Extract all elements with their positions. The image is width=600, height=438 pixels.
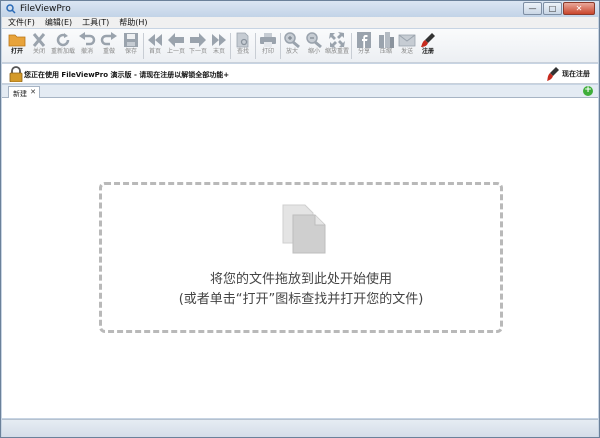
menu-tools[interactable]: 工具(T) (82, 17, 109, 28)
drop-zone[interactable]: 将您的文件拖放到此处开始使用 (或者单击“打开”图标查找并打开您的文件) (99, 182, 503, 333)
envelope-icon (398, 34, 416, 47)
compress-button[interactable]: 压缩 (375, 31, 397, 61)
close-icon: ✕ (575, 4, 583, 13)
register-button[interactable]: 注册 (417, 31, 439, 61)
toolbar: 打开 关闭 重新加载 撤消 重做 保存 首页 上一页 下一页 末页 查找 打印 … (2, 29, 598, 63)
minimize-icon: — (528, 4, 537, 13)
reload-icon (56, 33, 70, 47)
folder-icon (8, 34, 26, 47)
last-page-button[interactable]: 末页 (208, 31, 230, 61)
zoom-in-button[interactable]: 放大 (281, 31, 303, 61)
close-file-button[interactable]: 关闭 (28, 31, 50, 61)
save-button[interactable]: 保存 (120, 31, 142, 61)
prev-page-button[interactable]: 上一页 (165, 31, 187, 61)
lock-icon (9, 66, 23, 82)
zoom-out-button[interactable]: 缩小 (303, 31, 325, 61)
window-title: FileViewPro (20, 4, 71, 14)
close-window-button[interactable]: ✕ (563, 2, 595, 15)
menu-bar: 文件(F) 编辑(E) 工具(T) 帮助(H) (2, 17, 598, 28)
floppy-icon (124, 33, 138, 47)
print-button[interactable]: 打印 (257, 31, 279, 61)
title-bar[interactable]: FileViewPro — □ ✕ (1, 1, 599, 17)
find-button[interactable]: 查找 (232, 31, 254, 61)
compress-icon (379, 32, 394, 48)
share-facebook-icon (357, 32, 371, 48)
share-button[interactable]: 分享 (353, 31, 375, 61)
printer-icon (260, 33, 276, 47)
drop-instruction: 将您的文件拖放到此处开始使用 (209, 272, 392, 287)
undo-icon (79, 32, 96, 46)
trial-notice-text: 您正在使用 FileViewPro 演示版 - 请现在注册以解锁全部功能+ (24, 71, 230, 79)
register-now-label: 现在注册 (562, 70, 590, 78)
app-window: FileViewPro — □ ✕ 文件(F) 编辑(E) 工具(T) 帮助(H… (0, 0, 600, 438)
maximize-icon: □ (548, 4, 557, 13)
zoom-in-icon (284, 32, 300, 48)
menu-help[interactable]: 帮助(H) (119, 17, 147, 28)
status-bar (2, 419, 598, 437)
register-brush-icon (547, 67, 559, 81)
undo-button[interactable]: 撤消 (76, 31, 98, 61)
menu-edit[interactable]: 编辑(E) (45, 17, 72, 28)
app-icon (6, 4, 16, 14)
maximize-button[interactable]: □ (543, 2, 562, 15)
trial-notice-bar: 您正在使用 FileViewPro 演示版 - 请现在注册以解锁全部功能+ 现在… (2, 64, 598, 84)
drop-hint: (或者单击“打开”图标查找并打开您的文件) (178, 292, 424, 307)
find-document-icon (236, 32, 249, 48)
tab-close-icon[interactable]: ✕ (30, 88, 36, 96)
documents-icon (282, 204, 326, 254)
fit-screen-icon (329, 32, 345, 48)
zoom-reset-button[interactable]: 缩放重置 (325, 31, 349, 61)
add-tab-icon[interactable]: + (583, 86, 593, 96)
minimize-button[interactable]: — (523, 2, 542, 15)
redo-button[interactable]: 重做 (98, 31, 120, 61)
send-button[interactable]: 发送 (396, 31, 418, 61)
redo-icon (100, 32, 117, 46)
menu-file[interactable]: 文件(F) (8, 17, 35, 28)
first-page-icon (148, 34, 162, 46)
register-brush-icon (421, 33, 435, 47)
first-page-button[interactable]: 首页 (144, 31, 166, 61)
tab-bar: 新建 ✕ + (2, 85, 598, 99)
register-now-button[interactable]: 现在注册 (546, 66, 590, 82)
close-x-icon (32, 33, 46, 47)
arrow-left-icon (168, 33, 184, 47)
document-area: 将您的文件拖放到此处开始使用 (或者单击“打开”图标查找并打开您的文件) (2, 98, 598, 418)
next-page-button[interactable]: 下一页 (187, 31, 209, 61)
arrow-right-icon (190, 33, 206, 47)
reload-button[interactable]: 重新加载 (51, 31, 75, 61)
zoom-out-icon (306, 32, 322, 48)
open-button[interactable]: 打开 (6, 31, 28, 61)
last-page-icon (212, 34, 226, 46)
